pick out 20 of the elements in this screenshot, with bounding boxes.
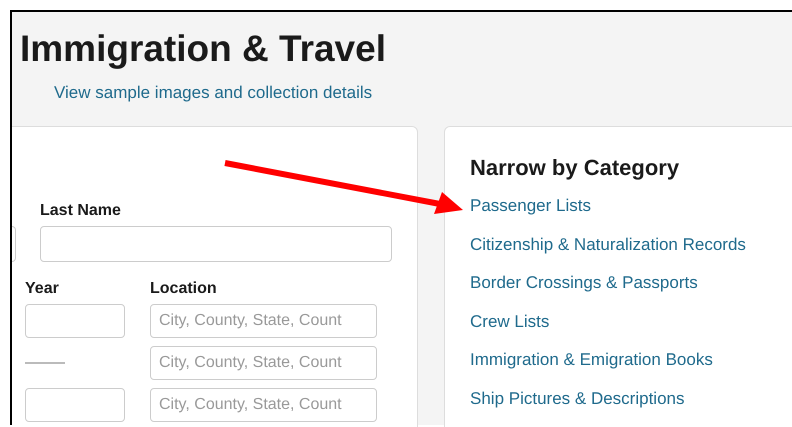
category-link[interactable]: Citizenship & Naturalization Records [470, 234, 746, 256]
sample-images-link[interactable]: View sample images and collection details [54, 82, 792, 104]
location-field[interactable]: City, County, State, Count [150, 304, 377, 338]
category-link[interactable]: Crew Lists [470, 310, 550, 333]
input-field[interactable] [12, 226, 16, 262]
category-link[interactable]: Immigration & Emigration Books [470, 349, 713, 372]
year-field[interactable] [25, 388, 125, 422]
last-name-field[interactable] [40, 226, 392, 262]
location-field[interactable]: City, County, State, Count [150, 388, 377, 422]
category-link[interactable]: Ship Pictures & Descriptions [470, 388, 684, 410]
category-heading: Narrow by Category [470, 155, 680, 181]
page-title: Immigration & Travel [20, 27, 387, 71]
field-label: Year [25, 279, 60, 299]
year-field[interactable] [25, 304, 125, 338]
location-field[interactable]: City, County, State, Count [150, 346, 377, 380]
category-link[interactable]: Border Crossings & Passports [470, 272, 698, 294]
field-label: Last Name [40, 201, 122, 221]
field-label: Location [150, 279, 218, 299]
range-dash [25, 362, 65, 364]
category-link[interactable]: Passenger Lists [470, 195, 591, 217]
